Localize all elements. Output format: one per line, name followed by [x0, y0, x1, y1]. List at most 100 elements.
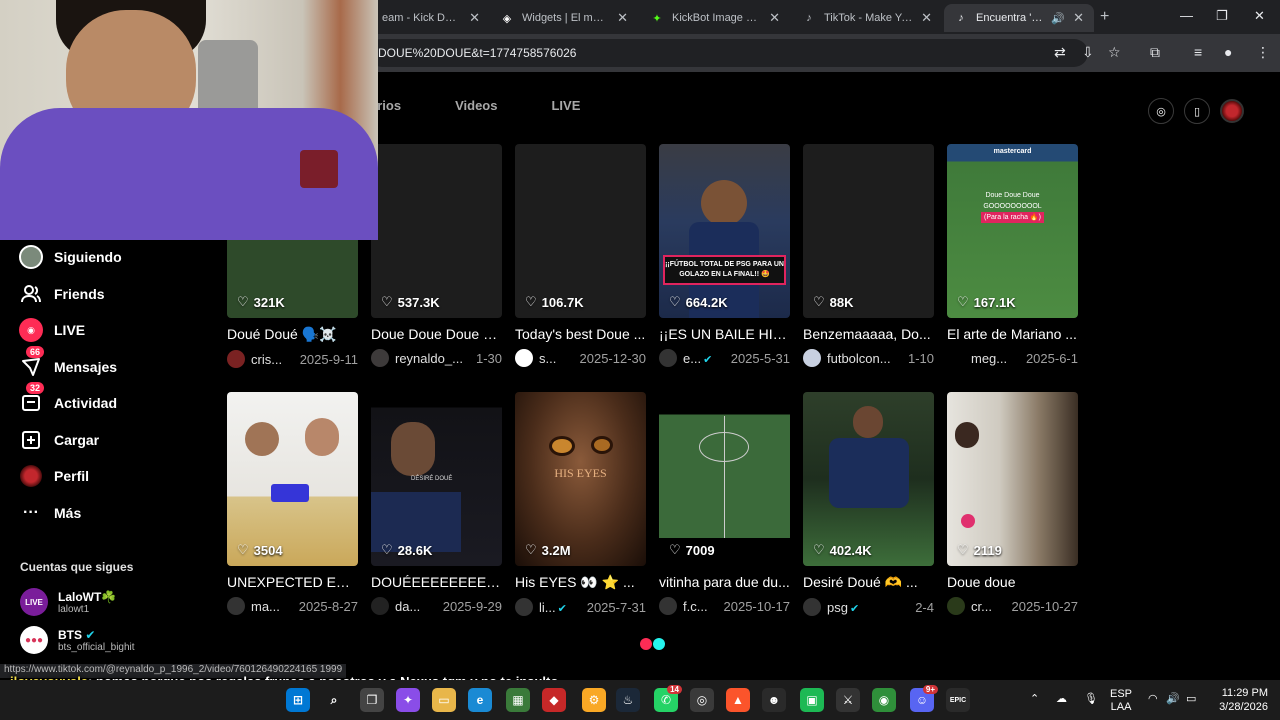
video-author[interactable]: meg...: [971, 351, 1020, 366]
windows-start-icon[interactable]: ⊞: [286, 688, 310, 712]
url-text[interactable]: DOUE%20DOUE&t=1774758576026: [378, 46, 576, 60]
video-author[interactable]: cr...: [971, 599, 1006, 614]
install-app-icon[interactable]: ⇩: [1082, 44, 1094, 61]
video-author[interactable]: reynaldo_...: [395, 351, 470, 366]
video-title[interactable]: vitinha para due du...: [659, 574, 790, 590]
video-thumbnail[interactable]: ♡ 3504: [227, 392, 358, 566]
video-card[interactable]: ♡ 106.7K Today's best Doue ... s... 2025-1…: [515, 144, 646, 367]
battery-icon[interactable]: ▭: [1186, 692, 1196, 705]
translate-icon[interactable]: ⇄: [1054, 44, 1066, 61]
video-card[interactable]: ♡ 88K Benzemaaaaa, Do... futbolcon... 1-10: [803, 144, 934, 367]
sidebar-item-messages[interactable]: 66 Mensajes: [18, 346, 117, 380]
sidebar-item-friends[interactable]: Friends: [18, 281, 105, 307]
media-control-icon[interactable]: ≡: [1194, 44, 1202, 60]
microphone-icon[interactable]: 🎙: [1084, 692, 1098, 705]
video-card[interactable]: DÉSIRÉ DOUÉ ♡28.6K DOUÉEEEEEEEEEEE... da…: [371, 392, 502, 615]
video-thumbnail[interactable]: DÉSIRÉ DOUÉ ♡ 28.6K: [371, 392, 502, 566]
profile-avatar-icon[interactable]: ●: [1224, 44, 1232, 60]
close-window-icon[interactable]: ✕: [1254, 8, 1265, 24]
video-title[interactable]: Doue Doue Doue D...: [371, 326, 502, 342]
video-thumbnail[interactable]: ♡ 402.4K: [803, 392, 934, 566]
video-author[interactable]: e... ✔: [683, 351, 725, 366]
sidebar-item-activity[interactable]: 32 Actividad: [18, 382, 117, 416]
video-thumbnail[interactable]: ♡ 7009: [659, 392, 790, 566]
video-thumbnail[interactable]: ♡ 88K: [803, 144, 934, 318]
browser-tab[interactable]: ✦ KickBot Image Gene ✕: [640, 4, 790, 32]
video-card[interactable]: ♡ 7009 vitinha para due du... f.c... 2025-…: [659, 392, 790, 615]
video-thumbnail[interactable]: mastercard Doue Doue Doue GOOOOOOOOOL (P…: [947, 144, 1078, 318]
epic-games-icon[interactable]: EPIC: [946, 688, 970, 712]
onedrive-icon[interactable]: ☁: [1056, 692, 1067, 705]
task-view-icon[interactable]: ❐: [360, 688, 384, 712]
search-icon[interactable]: ⌕: [322, 688, 346, 712]
browser-tab[interactable]: ♪ TikTok - Make Your D ✕: [792, 4, 942, 32]
steam-icon[interactable]: ♨: [616, 688, 640, 712]
video-card[interactable]: HIS EYES ♡ 3.2M His EYES 👀 ⭐ ... li... ✔ 20…: [515, 392, 646, 616]
video-title[interactable]: Today's best Doue ...: [515, 326, 646, 342]
store-icon[interactable]: ▦: [506, 688, 530, 712]
user-avatar[interactable]: [1220, 99, 1244, 123]
close-tab-icon[interactable]: ✕: [617, 10, 628, 26]
close-tab-icon[interactable]: ✕: [469, 10, 480, 26]
followed-account[interactable]: ●●● BTS ✔ bts_official_bighit: [20, 626, 135, 654]
tray-overflow-icon[interactable]: ⌃: [1030, 692, 1039, 705]
minimize-icon[interactable]: —: [1180, 8, 1193, 23]
video-author[interactable]: ma...: [251, 599, 293, 614]
sidebar-item-more[interactable]: ··· Más: [18, 500, 81, 526]
browser-tab-active[interactable]: ♪ Encuentra 'DOUÉ 🔊 ✕: [944, 4, 1094, 32]
video-thumbnail[interactable]: HIS EYES ♡ 3.2M: [515, 392, 646, 566]
wifi-icon[interactable]: ◠: [1148, 692, 1158, 705]
sidebar-item-following[interactable]: Siguiendo: [18, 244, 122, 270]
address-bar[interactable]: DOUE%20DOUE&t=1774758576026: [368, 39, 1088, 67]
app-icon[interactable]: ⚔: [836, 688, 860, 712]
app-icon[interactable]: ☻: [762, 688, 786, 712]
edge-icon[interactable]: e: [468, 688, 492, 712]
device-icon[interactable]: ▯: [1184, 98, 1210, 124]
video-card[interactable]: mastercard Doue Doue Doue GOOOOOOOOOL (P…: [947, 144, 1078, 367]
video-thumbnail[interactable]: ¡¡FÚTBOL TOTAL DE PSG PARA UN GOLAZO EN …: [659, 144, 790, 318]
extensions-icon[interactable]: ⧉: [1150, 44, 1160, 61]
app-icon[interactable]: ▣: [800, 688, 824, 712]
followed-account[interactable]: LIVE LaloWT☘️ lalowt1: [20, 588, 116, 616]
video-title[interactable]: ¡¡ES UN BAILE HIST...: [659, 326, 790, 342]
video-author[interactable]: da...: [395, 599, 437, 614]
volume-icon[interactable]: 🔊: [1166, 692, 1180, 705]
video-thumbnail[interactable]: ♡ 2119: [947, 392, 1078, 566]
video-card[interactable]: ♡ 2119 Doue doue cr... 2025-10-27: [947, 392, 1078, 615]
copilot-icon[interactable]: ✦: [396, 688, 420, 712]
system-clock[interactable]: 11:29 PM 3/28/2026: [1212, 686, 1268, 714]
tab-live[interactable]: LIVE: [551, 98, 580, 113]
restore-icon[interactable]: ❐: [1216, 8, 1228, 24]
video-card[interactable]: ♡ 402.4K Desiré Doué 🫶 ... psg ✔ 2-4: [803, 392, 934, 616]
video-author[interactable]: cris...: [251, 352, 294, 367]
whatsapp-icon[interactable]: ✆ 14: [654, 685, 682, 712]
menu-dots-icon[interactable]: ⋮: [1256, 44, 1270, 61]
discord-icon[interactable]: ☺ 9+: [910, 685, 938, 712]
sidebar-item-profile[interactable]: Perfil: [18, 463, 89, 489]
video-title[interactable]: His EYES 👀 ⭐ ...: [515, 574, 646, 591]
video-author[interactable]: psg ✔: [827, 600, 909, 615]
browser-tab[interactable]: eam - Kick Dashb ✕: [372, 4, 490, 32]
chrome-icon[interactable]: ◎: [690, 688, 714, 712]
close-tab-icon[interactable]: ✕: [1073, 10, 1084, 26]
video-title[interactable]: UNEXPECTED EDIT: [227, 574, 358, 590]
video-thumbnail[interactable]: ♡ 537.3K: [371, 144, 502, 318]
coins-icon[interactable]: ◎: [1148, 98, 1174, 124]
file-explorer-icon[interactable]: ▭: [432, 688, 456, 712]
video-title[interactable]: Doué Doué 🗣️☠️: [227, 326, 358, 343]
video-title[interactable]: Benzemaaaaa, Do...: [803, 326, 934, 342]
tab-videos[interactable]: Videos: [455, 98, 497, 113]
video-title[interactable]: El arte de Mariano ...: [947, 326, 1078, 342]
video-thumbnail[interactable]: ♡ 106.7K: [515, 144, 646, 318]
browser-tab[interactable]: ◈ Widgets | El mejor sc ✕: [490, 4, 638, 32]
sidebar-item-live[interactable]: ◉ LIVE: [18, 317, 85, 343]
bookmark-star-icon[interactable]: ☆: [1108, 44, 1121, 61]
new-tab-button[interactable]: +: [1100, 8, 1109, 26]
video-card[interactable]: ¡¡FÚTBOL TOTAL DE PSG PARA UN GOLAZO EN …: [659, 144, 790, 367]
video-title[interactable]: Desiré Doué 🫶 ...: [803, 574, 934, 591]
video-title[interactable]: DOUÉEEEEEEEEEEE...: [371, 574, 502, 590]
video-author[interactable]: futbolcon...: [827, 351, 902, 366]
video-card[interactable]: ♡ 537.3K Doue Doue Doue D... reynaldo_...…: [371, 144, 502, 367]
input-language[interactable]: ESP LAA: [1110, 688, 1132, 714]
close-tab-icon[interactable]: ✕: [921, 10, 932, 26]
